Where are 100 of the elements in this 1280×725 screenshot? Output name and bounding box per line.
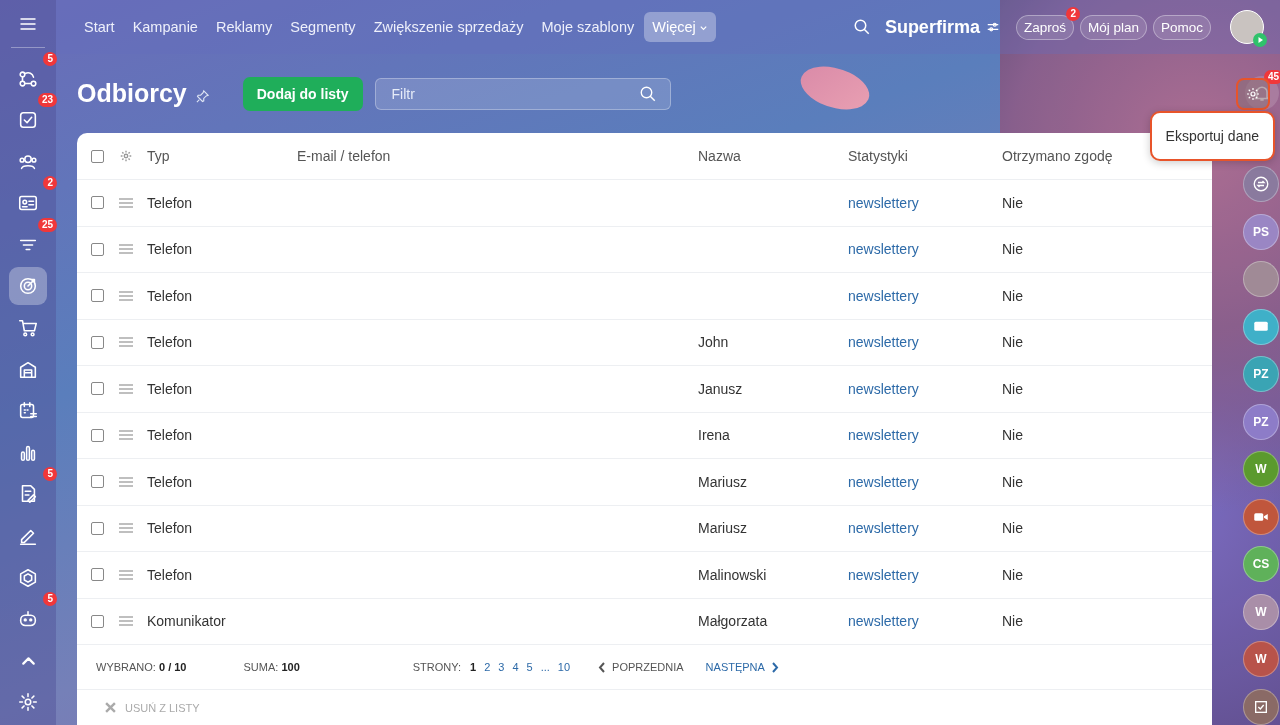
column-header[interactable]: Typ — [147, 148, 297, 164]
count-badge: 5 — [43, 51, 57, 66]
drag-handle-icon[interactable] — [119, 429, 133, 442]
column-header[interactable]: Statystyki — [848, 148, 1002, 164]
stats-link[interactable]: newslettery — [848, 194, 919, 211]
nav-tab[interactable]: Reklamy — [207, 12, 281, 42]
table-cell: Janusz — [698, 380, 743, 397]
stats-link[interactable]: newslettery — [848, 241, 919, 258]
header-button[interactable]: Mój plan — [1079, 14, 1147, 40]
stats-link[interactable]: newslettery — [848, 380, 919, 397]
pages-label: STRONY: — [412, 661, 462, 673]
stats-link[interactable]: newslettery — [848, 520, 919, 537]
previous-page-link[interactable]: POPRZEDNIA — [598, 661, 684, 673]
drag-handle-icon[interactable] — [119, 475, 133, 488]
pin-icon[interactable] — [194, 89, 210, 104]
table-cell: Telefon — [147, 427, 193, 444]
table-cell: Małgorzata — [698, 613, 768, 630]
table-cell: Komunikator — [147, 613, 226, 630]
checkbox[interactable] — [91, 614, 104, 628]
table-cell: Nie — [1002, 194, 1023, 211]
drag-handle-icon[interactable] — [119, 243, 133, 256]
checkbox[interactable] — [91, 428, 104, 442]
selected-count: WYBRANO: 0 / 10 — [96, 661, 187, 673]
table-cell: Telefon — [147, 520, 193, 537]
search-icon — [638, 84, 657, 103]
table-cell: Telefon — [147, 334, 193, 351]
up-icon — [21, 656, 35, 665]
sidebar-item[interactable] — [9, 267, 47, 306]
header-button[interactable]: Pomoc — [1152, 14, 1211, 40]
table-cell: John — [698, 334, 729, 351]
nav-tab[interactable]: Zwiększenie sprzedaży — [365, 12, 532, 42]
table-cell: Nie — [1002, 473, 1023, 490]
table-cell: Nie — [1002, 241, 1023, 258]
count-badge: 2 — [43, 176, 57, 191]
stats-link[interactable]: newslettery — [848, 613, 919, 630]
stats-link[interactable]: newslettery — [848, 287, 919, 304]
nav-tab[interactable]: Moje szablony — [533, 12, 643, 42]
drag-handle-icon[interactable] — [119, 522, 133, 535]
gear-icon — [17, 691, 39, 714]
page-link[interactable]: 10 — [557, 661, 571, 673]
nav-tab[interactable]: Start — [76, 12, 123, 42]
cart-icon — [17, 317, 39, 340]
drag-handle-icon[interactable] — [119, 615, 133, 628]
drag-handle-icon[interactable] — [119, 196, 133, 209]
table-cell: Telefon — [147, 241, 193, 258]
checkbox[interactable] — [91, 475, 104, 489]
page-link[interactable]: 4 — [512, 661, 519, 673]
total-count: SUMA: 100 — [243, 661, 300, 673]
checkbox[interactable] — [91, 196, 104, 210]
table-cell: Nie — [1002, 566, 1023, 583]
checkbox[interactable] — [91, 289, 104, 303]
sliders-icon[interactable] — [985, 20, 1000, 34]
page-link[interactable]: 2 — [484, 661, 491, 673]
page-link[interactable]: 1 — [470, 661, 477, 673]
checkbox[interactable] — [91, 335, 104, 349]
count-badge: 25 — [37, 217, 57, 232]
drag-handle-icon[interactable] — [119, 382, 133, 395]
page-link[interactable]: 5 — [526, 661, 533, 673]
drag-handle-icon[interactable] — [119, 568, 133, 581]
settings-button[interactable] — [1236, 77, 1270, 110]
checkbox[interactable] — [91, 568, 104, 582]
table-cell: Telefon — [147, 566, 193, 583]
table-cell: Telefon — [147, 380, 193, 397]
checkbox[interactable] — [91, 149, 104, 163]
count-badge: 5 — [43, 467, 57, 482]
export-menu-item[interactable]: Eksportuj dane — [1165, 128, 1259, 144]
table-cell: Telefon — [147, 287, 193, 304]
page-link[interactable]: 3 — [498, 661, 505, 673]
stats-link[interactable]: newslettery — [848, 334, 919, 351]
table-cell: Telefon — [147, 194, 193, 211]
checkbox[interactable] — [91, 242, 104, 256]
stats-link[interactable]: newslettery — [848, 427, 919, 444]
checkbox[interactable] — [91, 521, 104, 535]
table-cell: Mariusz — [698, 520, 747, 537]
drag-handle-icon[interactable] — [119, 289, 133, 302]
column-header[interactable]: Nazwa — [698, 148, 848, 164]
table-cell: Nie — [1002, 334, 1023, 351]
nav-tab[interactable]: Kampanie — [124, 12, 206, 42]
stats-link[interactable]: newslettery — [848, 473, 919, 490]
table-cell: Nie — [1002, 427, 1023, 444]
settings-icon[interactable] — [119, 149, 133, 163]
settings-icon — [1245, 85, 1261, 102]
column-header[interactable]: E-mail / telefon — [297, 148, 698, 164]
hexagon-icon — [17, 566, 39, 589]
close-icon — [105, 702, 116, 713]
table-cell: Mariusz — [698, 473, 747, 490]
table-cell: Irena — [698, 427, 730, 444]
company-name: Superfirma — [884, 16, 980, 38]
page-link[interactable]: ... — [540, 661, 550, 673]
table-cell: Nie — [1002, 380, 1023, 397]
search-icon[interactable] — [852, 18, 871, 36]
drag-handle-icon[interactable] — [119, 336, 133, 349]
table-cell: Telefon — [147, 473, 193, 490]
table-cell: Nie — [1002, 520, 1023, 537]
table-cell: Malinowski — [698, 566, 767, 583]
checkbox[interactable] — [91, 382, 104, 396]
stats-link[interactable]: newslettery — [848, 566, 919, 583]
count-badge: 23 — [37, 93, 57, 108]
nav-tab[interactable]: Segmenty — [282, 12, 364, 42]
next-page-link[interactable]: NASTĘPNA — [705, 661, 779, 673]
